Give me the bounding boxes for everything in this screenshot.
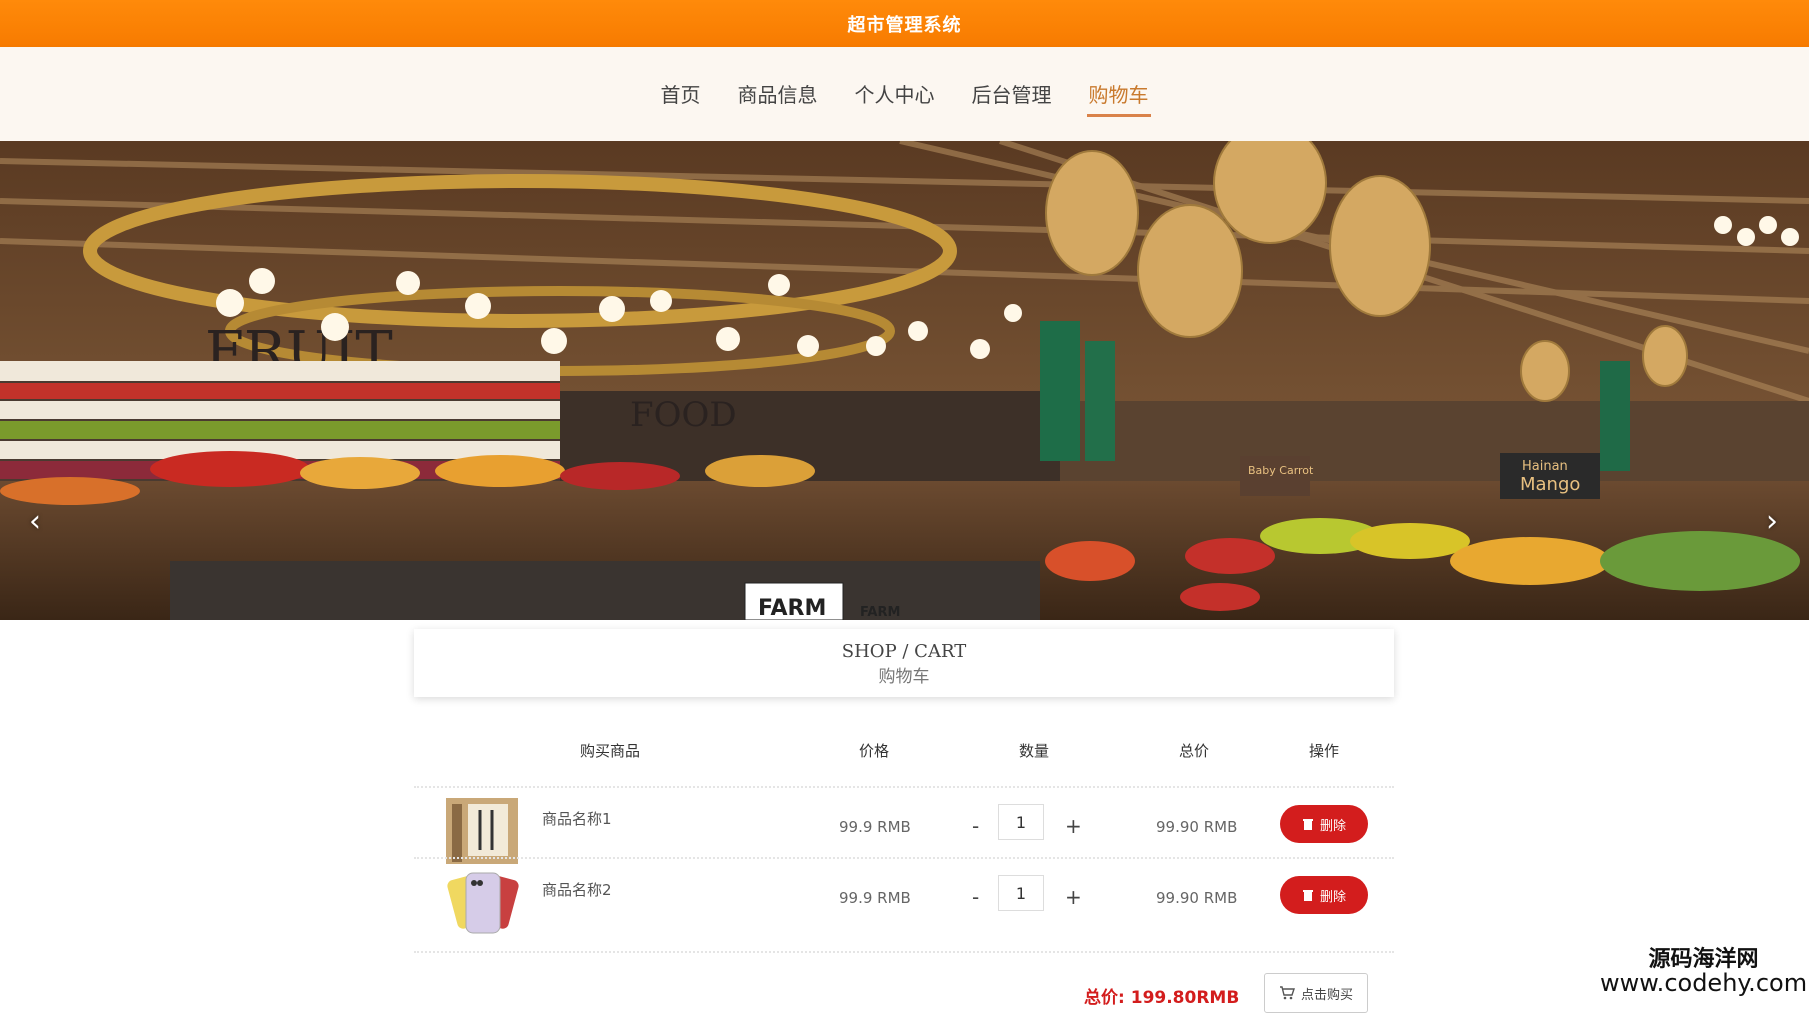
trash-icon <box>1302 819 1313 830</box>
product-subtotal: 99.90 RMB <box>1156 818 1238 836</box>
nav-item-cart[interactable]: 购物车 <box>1086 79 1151 117</box>
col-quantity: 数量 <box>1019 742 1050 760</box>
quantity-input[interactable] <box>998 804 1044 840</box>
main-nav: 首页 商品信息 个人中心 后台管理 购物车 <box>0 47 1809 141</box>
cart-total-value: 199.80RMB <box>1130 988 1240 1008</box>
product-thumbnail-book <box>446 798 518 864</box>
cart-row: 商品名称1 99.9 RMB - + 99.90 RMB 删除 <box>414 786 1394 864</box>
supermarket-banner-image: FRUIT FOOD FARM FARM Baby Carrot Hainan … <box>0 141 1809 620</box>
watermark-line1: 源码海洋网 <box>1648 947 1759 972</box>
sign-farm: FARM <box>758 596 826 620</box>
cart-total-label: 总价: <box>1084 988 1125 1008</box>
section-title-en: SHOP / CART <box>841 641 967 662</box>
delete-button[interactable]: 删除 <box>1280 876 1368 914</box>
section-header: SHOP / CART 购物车 <box>414 629 1394 697</box>
quantity-increment-button[interactable]: + <box>1065 814 1082 838</box>
product-name[interactable]: 商品名称2 <box>542 879 612 900</box>
trash-icon <box>1302 890 1313 901</box>
banner-prev-icon[interactable]: ‹ <box>20 501 50 541</box>
nav-item-home[interactable]: 首页 <box>659 79 703 117</box>
delete-button[interactable]: 删除 <box>1280 805 1368 843</box>
product-price: 99.9 RMB <box>839 818 911 836</box>
buy-button[interactable]: 点击购买 <box>1264 973 1368 1013</box>
quantity-decrement-button[interactable]: - <box>972 885 979 909</box>
nav-item-admin[interactable]: 后台管理 <box>970 79 1054 117</box>
section-title-cn: 购物车 <box>878 667 930 687</box>
nav-item-profile[interactable]: 个人中心 <box>853 79 937 117</box>
buy-label: 点击购买 <box>1300 987 1353 1003</box>
nav-item-products[interactable]: 商品信息 <box>736 79 820 117</box>
app-title: 超市管理系统 <box>847 14 962 36</box>
product-subtotal: 99.90 RMB <box>1156 889 1238 907</box>
cart-table-header: 购买商品 价格 数量 总价 操作 <box>414 730 1394 770</box>
site-watermark: 源码海洋网 www.codehy.com <box>1600 948 1807 996</box>
sign-mango-brand: Hainan <box>1522 459 1568 474</box>
watermark-line2: www.codehy.com <box>1600 969 1808 998</box>
delete-label: 删除 <box>1319 818 1346 834</box>
quantity-decrement-button[interactable]: - <box>972 814 979 838</box>
cart-row: 商品名称2 99.9 RMB - + 99.90 RMB 删除 <box>414 857 1394 934</box>
cart-icon <box>1279 986 1295 1000</box>
banner-next-icon[interactable]: › <box>1757 501 1787 541</box>
product-name[interactable]: 商品名称1 <box>542 808 612 829</box>
sign-carrot: Baby Carrot <box>1248 464 1314 477</box>
product-price: 99.9 RMB <box>839 889 911 907</box>
cart-footer: 总价: 199.80RMB 点击购买 <box>414 951 1394 1013</box>
quantity-increment-button[interactable]: + <box>1065 885 1082 909</box>
banner-carousel: FRUIT FOOD FARM FARM Baby Carrot Hainan … <box>0 141 1809 620</box>
sign-food: FOOD <box>630 395 737 435</box>
col-total: 总价 <box>1179 742 1210 760</box>
top-bar: 超市管理系统 <box>0 0 1809 47</box>
col-action: 操作 <box>1309 742 1340 760</box>
product-thumbnail-phone <box>447 872 519 934</box>
quantity-input[interactable] <box>998 875 1044 911</box>
col-price: 价格 <box>859 742 890 760</box>
cart-total: 总价: 199.80RMB <box>1084 983 1239 1008</box>
col-product: 购买商品 <box>580 742 641 760</box>
delete-label: 删除 <box>1319 889 1346 905</box>
sign-farm-small: FARM <box>860 605 900 620</box>
sign-mango: Mango <box>1520 474 1580 495</box>
